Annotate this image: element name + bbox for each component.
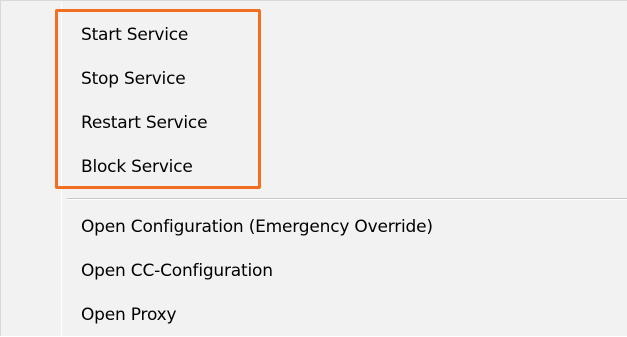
menu-item-open-cc-configuration[interactable]: Open CC-Configuration bbox=[81, 255, 273, 287]
menu-item-open-proxy[interactable]: Open Proxy bbox=[81, 299, 177, 331]
menu-separator-highlight bbox=[67, 199, 627, 200]
menu-item-restart-service[interactable]: Restart Service bbox=[81, 107, 208, 139]
menu-item-block-service[interactable]: Block Service bbox=[81, 151, 193, 183]
context-menu: Start Service Stop Service Restart Servi… bbox=[0, 0, 627, 337]
menu-item-open-configuration-emergency-override[interactable]: Open Configuration (Emergency Override) bbox=[81, 211, 433, 243]
menu-item-start-service[interactable]: Start Service bbox=[81, 19, 188, 51]
menu-item-stop-service[interactable]: Stop Service bbox=[81, 63, 186, 95]
